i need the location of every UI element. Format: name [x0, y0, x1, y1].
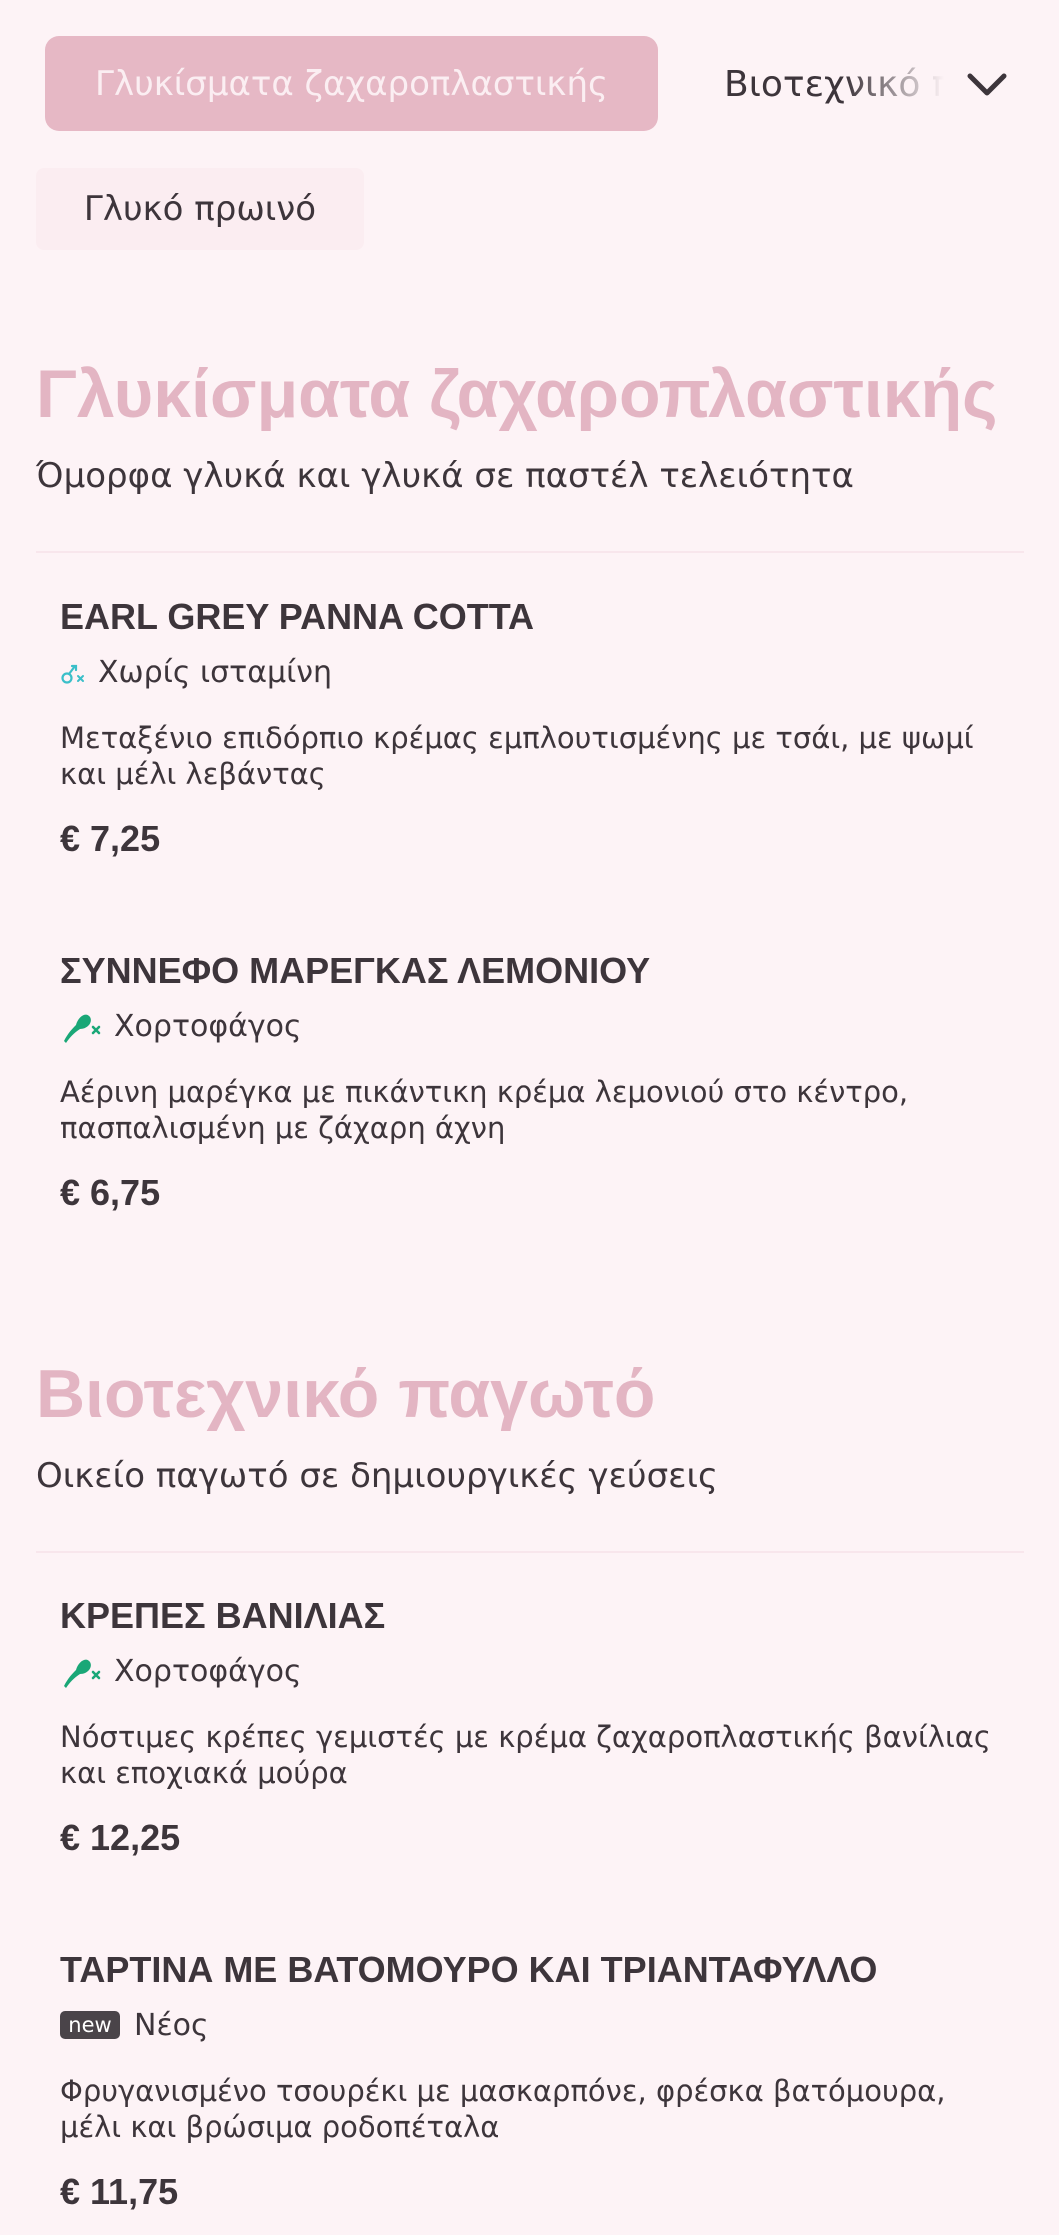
menu-item-name: ΣΥΝΝΕΦΟ ΜΑΡΕΓΚΑΣ ΛΕΜΟΝΙΟΥ [60, 950, 651, 991]
menu-item-description: Φρυγανισμένο τσουρέκι με μασκαρπόνε, φρέ… [60, 2074, 946, 2144]
vegetarian-icon [64, 1014, 101, 1043]
menu-item[interactable]: EARL GREY PANNA COTTA Χωρίς ισταμίνη Μετ… [60, 596, 1000, 876]
menu-item-price: € 6,75 [60, 1172, 161, 1213]
menu-item-description: Νόστιμες κρέπες γεμιστές με κρέμα ζαχαρο… [60, 1720, 991, 1790]
section-subtitle: Οικείο παγωτό σε δημιουργικές γεύσεις [36, 1456, 718, 1496]
section-divider [36, 1551, 1024, 1553]
diet-tag: Χωρίς ισταμίνη [60, 652, 332, 692]
category-pill-breakfast[interactable]: Γλυκό πρωινό [36, 168, 364, 250]
category-pill-label: Γλυκίσματα ζαχαροπλαστικής [95, 63, 608, 104]
diet-tag-label: Χωρίς ισταμίνη [98, 654, 333, 690]
menu-item-price: € 11,75 [60, 2171, 179, 2212]
diet-tag: Χορτοφάγος [60, 1651, 302, 1691]
section-divider [36, 551, 1024, 553]
vegetarian-icon [64, 1659, 101, 1688]
menu-item[interactable]: ΣΥΝΝΕΦΟ ΜΑΡΕΓΚΑΣ ΛΕΜΟΝΙΟΥ Χορτοφάγος Αέρ… [60, 950, 1000, 1230]
menu-item-description: Αέρινη μαρέγκα με πικάντικη κρέμα λεμονι… [60, 1075, 909, 1145]
new-badge-icon: new [60, 2011, 120, 2039]
category-pill-next[interactable]: Βιοτεχνικό παγωτό [724, 55, 944, 115]
chevron-down-icon[interactable] [962, 60, 1012, 110]
category-pill-label: Βιοτεχνικό παγωτό [724, 64, 944, 105]
menu-item-price: € 7,25 [60, 818, 161, 859]
diet-tag-label: Χορτοφάγος [114, 1653, 302, 1689]
menu-item-name: EARL GREY PANNA COTTA [60, 596, 535, 637]
menu-item[interactable]: ΤΑΡΤΙΝΑ ΜΕ ΒΑΤΟΜΟΥΡΟ ΚΑΙ ΤΡΙΑΝΤΑΦΥΛΛΟ ne… [60, 1949, 1000, 2229]
diet-tag: new Νέος [60, 2005, 209, 2045]
menu-item-name: ΤΑΡΤΙΝΑ ΜΕ ΒΑΤΟΜΟΥΡΟ ΚΑΙ ΤΡΙΑΝΤΑΦΥΛΛΟ [60, 1949, 878, 1990]
category-pill-label: Γλυκό πρωινό [83, 189, 317, 229]
diet-tag-label: Χορτοφάγος [114, 1008, 302, 1044]
menu-item-name: ΚΡΕΠΕΣ ΒΑΝΙΛΙΑΣ [60, 1595, 386, 1636]
section-title: Γλυκίσματα ζαχαροπλαστικής [36, 356, 998, 432]
diet-tag: Χορτοφάγος [60, 1006, 302, 1046]
category-nav: Γλυκίσματα ζαχαροπλαστικής Βιοτεχνικό πα… [0, 0, 1059, 160]
menu-item-description: Μεταξένιο επιδόρπιο κρέμας εμπλουτισμένη… [60, 721, 974, 791]
section-title: Βιοτεχνικό παγωτό [36, 1356, 656, 1432]
section-subtitle: Όμορφα γλυκά και γλυκά σε παστέλ τελειότ… [36, 456, 854, 496]
menu-item-price: € 12,25 [60, 1817, 181, 1858]
diet-tag-label: Νέος [134, 2007, 209, 2043]
no-histamine-icon [61, 664, 84, 684]
category-pill-active[interactable]: Γλυκίσματα ζαχαροπλαστικής [45, 36, 658, 131]
menu-item[interactable]: ΚΡΕΠΕΣ ΒΑΝΙΛΙΑΣ Χορτοφάγος Νόστιμες κρέπ… [60, 1595, 1000, 1875]
